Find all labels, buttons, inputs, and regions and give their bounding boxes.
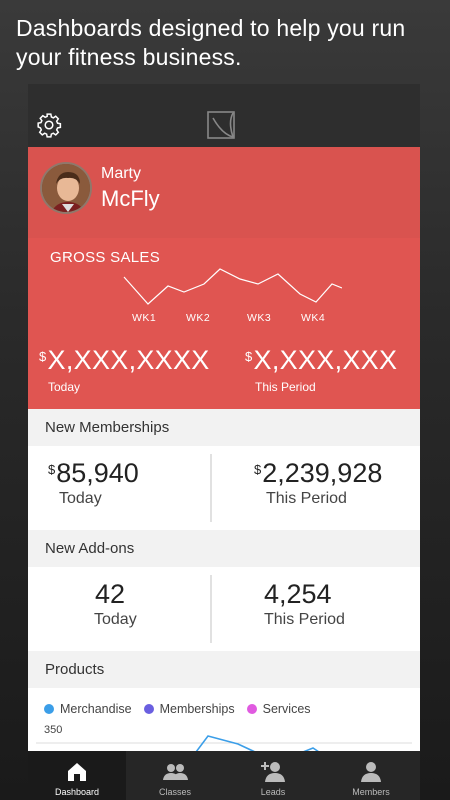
legend-label: Merchandise	[60, 702, 132, 716]
addons-period-value: 4,254	[264, 579, 332, 609]
bottom-tab-bar: Dashboard Classes Leads Members	[28, 751, 420, 800]
divider	[210, 454, 212, 522]
avatar[interactable]	[40, 162, 92, 214]
tab-dashboard[interactable]: Dashboard	[28, 751, 126, 800]
brand-logo-icon	[207, 111, 235, 139]
tab-label: Dashboard	[54, 787, 100, 797]
week-label: WK4	[301, 312, 326, 324]
avatar-portrait-icon	[42, 164, 90, 212]
memberships-period: $2,239,928 This Period	[254, 458, 382, 508]
promo-headline: Dashboards designed to help you run your…	[16, 15, 406, 70]
gross-sales-today-value: $X,XXX,XXXX	[39, 345, 210, 376]
legend-label: Memberships	[159, 702, 235, 716]
tab-label: Leads	[260, 787, 286, 797]
memberships-today-value: $85,940	[48, 458, 139, 489]
profile-header: Marty McFly	[28, 147, 420, 238]
week-label: WK2	[186, 312, 211, 324]
legend-item-merchandise[interactable]: Merchandise	[44, 702, 132, 716]
legend-dot	[44, 704, 54, 714]
legend-dot	[246, 704, 257, 714]
group-icon	[163, 764, 188, 780]
week-label: WK3	[247, 312, 272, 324]
legend-item-memberships[interactable]: Memberships	[143, 702, 235, 716]
currency-symbol: $	[39, 349, 47, 364]
currency-symbol: $	[48, 462, 56, 477]
profile-last-name: McFly	[101, 186, 160, 211]
memberships-period-value: $2,239,928	[254, 458, 382, 489]
tab-label: Classes	[158, 787, 191, 797]
addons-period: 4,254 This Period	[264, 579, 345, 629]
addons-today-value: 42	[95, 579, 126, 609]
new-addons-stats: 42 Today 4,254 This Period	[28, 567, 420, 651]
memberships-today: $85,940 Today	[48, 458, 139, 508]
gross-sales-period-value: $X,XXX,XXX	[245, 345, 397, 376]
memberships-period-label: This Period	[266, 490, 347, 507]
tab-leads[interactable]: Leads	[224, 751, 322, 800]
user-icon	[361, 762, 381, 782]
gear-icon[interactable]	[36, 112, 62, 138]
new-memberships-stats: $85,940 Today $2,239,928 This Period	[28, 446, 420, 530]
divider	[210, 575, 212, 643]
top-bar	[28, 84, 420, 147]
addons-today-label: Today	[94, 611, 137, 628]
currency-symbol: $	[254, 462, 262, 477]
gross-sales-period-label: This Period	[255, 380, 316, 394]
gross-sales-panel: GROSS SALES WK1 WK2 WK3 WK4 $X,XXX,XXXX …	[28, 238, 420, 409]
currency-symbol: $	[245, 349, 253, 364]
addons-period-label: This Period	[264, 611, 345, 628]
legend-label: Services	[262, 702, 311, 716]
tab-label: Members	[352, 787, 390, 797]
gross-sales-today-label: Today	[48, 380, 81, 394]
legend-dot	[143, 704, 154, 714]
memberships-today-label: Today	[59, 490, 102, 507]
memberships-today-amount: 85,940	[56, 458, 139, 488]
new-memberships-header: New Memberships	[28, 409, 420, 446]
products-header: Products	[28, 651, 420, 688]
addons-today: 42 Today	[94, 579, 137, 629]
gross-sales-today-amount: X,XXX,XXXX	[47, 345, 210, 375]
home-icon	[68, 763, 86, 781]
products-legend: Merchandise Memberships Services	[44, 702, 311, 716]
week-label: WK1	[132, 312, 157, 324]
legend-item-services[interactable]: Services	[246, 702, 311, 716]
tab-classes[interactable]: Classes	[126, 751, 224, 800]
profile-first-name: Marty	[101, 165, 141, 182]
memberships-period-amount: 2,239,928	[262, 458, 383, 488]
tab-members[interactable]: Members	[322, 751, 420, 800]
new-addons-header: New Add-ons	[28, 530, 420, 567]
gross-sales-period-amount: X,XXX,XXX	[253, 345, 398, 375]
app-screen: Marty McFly GROSS SALES WK1 WK2 WK3 WK4 …	[28, 84, 420, 800]
add-user-icon	[261, 762, 285, 782]
